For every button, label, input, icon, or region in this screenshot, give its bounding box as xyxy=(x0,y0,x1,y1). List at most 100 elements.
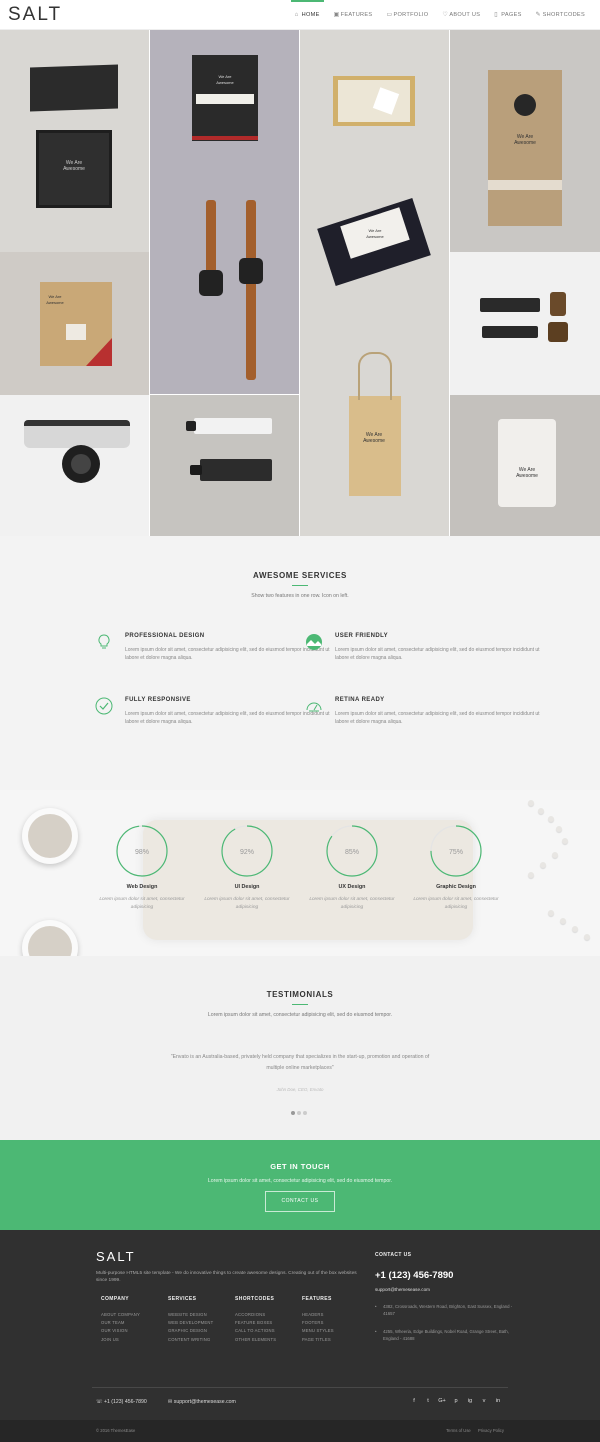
slider-dot[interactable] xyxy=(303,1111,307,1115)
footer-col-features: FEATURES HEADERS FOOTERS MENU STYLES PAG… xyxy=(302,1296,334,1345)
feature-professional-design: PROFESSIONAL DESIGN Lorem ipsum dolor si… xyxy=(98,633,335,662)
footer-link[interactable]: OTHER ELEMENTS xyxy=(235,1337,276,1342)
white-tube-cap xyxy=(186,421,196,431)
footer-divider xyxy=(92,1387,508,1388)
portfolio-item-pouch[interactable]: We Are Awesome xyxy=(450,395,600,536)
main-menu: ⌂ HOME ▣ FEATURES ▭ PORTFOLIO ♡ ABOUT US ▯ PA… xyxy=(288,0,592,30)
contact-address: • 4255, Wheeria, Edge Buildings, Nobel Ro… xyxy=(375,1329,509,1341)
portfolio-item-black-box[interactable]: We Are Awesome xyxy=(0,30,149,252)
facebook-icon[interactable]: f xyxy=(407,1398,421,1404)
footer-link[interactable]: OUR VISION xyxy=(101,1328,140,1333)
watch-strap-left xyxy=(206,200,216,280)
testimonials-separator xyxy=(292,1004,308,1005)
linkedin-icon[interactable]: in xyxy=(491,1398,505,1404)
paper-tag xyxy=(66,324,86,340)
paper-bag xyxy=(349,396,401,496)
nav-item-home[interactable]: ⌂ HOME xyxy=(288,0,327,30)
portfolio-item-watch[interactable] xyxy=(150,170,299,394)
footer-link[interactable]: JOIN US xyxy=(101,1337,140,1342)
portfolio-item-gold-tray[interactable] xyxy=(300,30,449,170)
footer-link[interactable]: ABOUT COMPANY xyxy=(101,1312,140,1317)
vimeo-icon[interactable]: v xyxy=(477,1398,491,1404)
portfolio-item-desk[interactable] xyxy=(450,252,600,395)
footer-link[interactable]: CONTENT WRITING xyxy=(168,1337,213,1342)
gauge-icon xyxy=(306,702,322,712)
slider-dot[interactable] xyxy=(291,1111,295,1115)
watch-face-left xyxy=(199,270,223,296)
footer-link[interactable]: GRAPHIC DESIGN xyxy=(168,1328,213,1333)
footer-link[interactable]: MENU STYLES xyxy=(302,1328,334,1333)
copyright-bar: © 2016 ThemesEase Terms of Use Privacy P… xyxy=(0,1420,600,1442)
skill-web-design: 98% Web Design Lorem ipsum dolor sit ame… xyxy=(90,824,194,912)
feature-retina-ready: RETINA READY Lorem ipsum dolor sit amet,… xyxy=(306,697,545,726)
footer-link[interactable]: FOOTERS xyxy=(302,1320,334,1325)
pouch-label: We Are Awesome xyxy=(516,467,538,479)
skill-percent: 75% xyxy=(448,849,463,856)
footer-logo[interactable]: SALT xyxy=(96,1249,136,1264)
skill-name: Graphic Design xyxy=(436,884,476,890)
feature-text: Lorem ipsum dolor sit amet, consectetur … xyxy=(125,647,330,661)
services-section: AWESOME SERVICES Show two features in on… xyxy=(0,536,600,790)
footer-link[interactable]: CALL TO ACTIONS xyxy=(235,1328,276,1333)
nav-item-about-us[interactable]: ♡ ABOUT US xyxy=(435,0,487,30)
slider-dot[interactable] xyxy=(297,1111,301,1115)
watch-face-right xyxy=(239,258,263,284)
black-tube xyxy=(200,459,272,481)
services-title: AWESOME SERVICES xyxy=(253,571,347,580)
footer-about: Multi-purpose HTML5 site template - We d… xyxy=(96,1271,357,1283)
skill-desc: Lorem ipsum dolor sit amet, consectetur … xyxy=(99,897,185,910)
portfolio-item-envelope-tag[interactable]: We Are Awesome xyxy=(0,252,149,395)
bag-label: We Are Awesome xyxy=(363,432,385,444)
cloth-pouch xyxy=(498,419,556,507)
coaster xyxy=(548,322,568,342)
copyright-text: © 2016 ThemesEase xyxy=(96,1428,136,1433)
top-navbar: SALT ⌂ HOME ▣ FEATURES ▭ PORTFOLIO ♡ ABOUT U… xyxy=(0,0,600,30)
skill-desc: Lorem ipsum dolor sit amet, consectetur … xyxy=(413,897,499,910)
testimonials-subtitle: Lorem ipsum dolor sit amet, consectetur … xyxy=(207,1012,393,1018)
footer-link[interactable]: OUR TEAM xyxy=(101,1320,140,1325)
torn-label: We Are Awesome xyxy=(366,228,384,239)
nav-item-pages[interactable]: ▯ PAGES xyxy=(487,0,528,30)
footer-link[interactable]: WEB DEVELOPMENT xyxy=(168,1320,213,1325)
nav-item-shortcodes[interactable]: ✎ SHORTCODES xyxy=(529,0,592,30)
box-label: We Are Awesome xyxy=(63,160,85,172)
portfolio-item-torn-envelope[interactable]: We Are Awesome xyxy=(300,170,449,312)
social-links: f t G+ p ig v in xyxy=(407,1398,505,1404)
nav-item-portfolio[interactable]: ▭ PORTFOLIO xyxy=(379,0,435,30)
nav-item-features[interactable]: ▣ FEATURES xyxy=(327,0,380,30)
site-logo[interactable]: SALT xyxy=(8,4,62,26)
skill-percent: 85% xyxy=(344,849,359,856)
portfolio-item-card-holder[interactable]: We Are Awesome xyxy=(150,30,299,170)
google-plus-icon[interactable]: G+ xyxy=(435,1398,449,1404)
portfolio-item-tubes[interactable] xyxy=(150,395,299,536)
keyboard xyxy=(480,298,540,312)
footer-link[interactable]: WEBSITE DESIGN xyxy=(168,1312,213,1317)
feature-title: FULLY RESPONSIVE xyxy=(125,697,191,703)
kraft-band xyxy=(488,180,562,190)
twitter-icon[interactable]: t xyxy=(421,1398,435,1404)
portfolio-item-camera[interactable] xyxy=(0,395,149,536)
skill-ux-design: 85% UX Design Lorem ipsum dolor sit amet… xyxy=(300,824,404,912)
footer-col-title: COMPANY xyxy=(101,1296,129,1302)
touch-title: GET IN TOUCH xyxy=(270,1162,330,1171)
contact-phone[interactable]: +1 (123) 456-7890 xyxy=(375,1270,515,1281)
bag-handle xyxy=(358,352,392,400)
pinterest-icon[interactable]: p xyxy=(449,1398,463,1404)
contact-email[interactable]: support@themesease.com xyxy=(375,1287,515,1292)
footer-link[interactable]: PAGE TITLES xyxy=(302,1337,334,1342)
skill-percent: 98% xyxy=(134,849,149,856)
contact-us-button[interactable]: CONTACT US xyxy=(265,1191,335,1212)
portfolio-item-paper-bag[interactable]: We Are Awesome xyxy=(300,312,449,536)
footer-link[interactable]: ACCORDIONS xyxy=(235,1312,276,1317)
terms-link[interactable]: Terms of Use xyxy=(446,1428,471,1433)
camera-top xyxy=(24,420,130,426)
footer-link[interactable]: HEADERS xyxy=(302,1312,334,1317)
footer-link[interactable]: FEATURE BOXES xyxy=(235,1320,276,1325)
footer-bottom-email[interactable]: ✉ support@themesease.com xyxy=(168,1399,236,1405)
instagram-icon[interactable]: ig xyxy=(463,1398,477,1404)
feature-title: PROFESSIONAL DESIGN xyxy=(125,633,205,639)
privacy-link[interactable]: Privacy Policy xyxy=(478,1428,504,1433)
testimonials-title: TESTIMONIALS xyxy=(266,990,334,999)
portfolio-item-kraft-bag[interactable]: We Are Awesome xyxy=(450,30,600,252)
footer-bottom-phone[interactable]: ☏ +1 (123) 456-7890 xyxy=(96,1399,147,1405)
